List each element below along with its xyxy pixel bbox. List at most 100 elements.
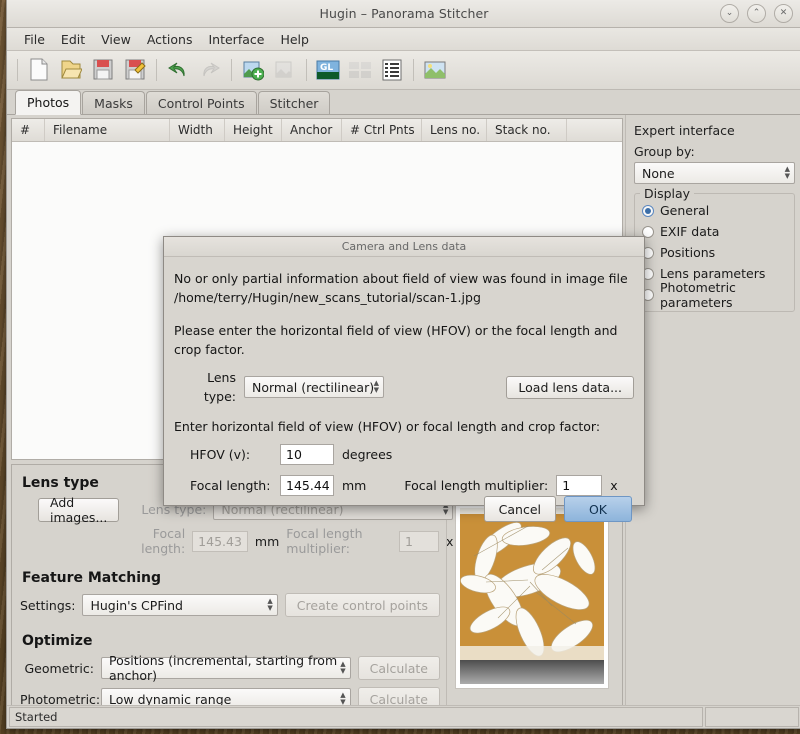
open-project-icon[interactable] <box>56 55 86 85</box>
remove-images-icon <box>270 55 300 85</box>
window-titlebar: Hugin – Panorama Stitcher ⌄ ⌃ ✕ <box>7 0 800 28</box>
save-project-icon[interactable] <box>88 55 118 85</box>
column-header-filler <box>567 119 622 141</box>
toolbar-separator <box>231 59 232 81</box>
display-option-exif-data[interactable]: EXIF data <box>642 221 789 242</box>
group-by-select[interactable]: None ▲ ▼ <box>634 162 795 184</box>
column-header-stack-no[interactable]: Stack no. <box>487 119 567 141</box>
redo-icon <box>195 55 225 85</box>
window-title: Hugin – Panorama Stitcher <box>319 6 489 21</box>
tab-control-points[interactable]: Control Points <box>145 91 257 114</box>
load-lens-data-button[interactable]: Load lens data... <box>506 375 634 399</box>
geometric-label: Geometric: <box>24 660 95 676</box>
menu-actions[interactable]: Actions <box>140 30 200 49</box>
window-controls: ⌄ ⌃ ✕ <box>720 4 793 23</box>
multiplier-input[interactable]: 1 <box>399 530 439 552</box>
dialog-body: No or only partial information about fie… <box>164 257 644 496</box>
geometric-spinner-icon[interactable]: ▲ ▼ <box>340 658 345 678</box>
menu-file[interactable]: File <box>17 30 52 49</box>
ok-button[interactable]: OK <box>564 496 632 522</box>
status-bar: Started <box>7 705 800 728</box>
menubar: File Edit View Actions Interface Help <box>7 28 800 51</box>
cancel-button[interactable]: Cancel <box>483 496 556 522</box>
group-by-spinner-icon[interactable]: ▲ ▼ <box>785 163 790 183</box>
photo-list-header: # Filename Width Height Anchor # Ctrl Pn… <box>12 119 622 142</box>
display-group-title: Display <box>640 186 695 201</box>
right-sidebar: Expert interface Group by: None ▲ ▼ Displ… <box>625 115 800 705</box>
dialog-lens-type-spinner-icon[interactable]: ▲ ▼ <box>374 377 379 397</box>
column-header-index[interactable]: # <box>12 119 45 141</box>
cpfind-spinner-icon[interactable]: ▲ ▼ <box>267 595 272 615</box>
column-header-lens-no[interactable]: Lens no. <box>422 119 487 141</box>
geometric-calculate-button[interactable]: Calculate <box>357 656 440 680</box>
minimize-icon[interactable]: ⌄ <box>720 4 739 23</box>
save-project-as-icon[interactable] <box>120 55 150 85</box>
new-project-icon[interactable] <box>24 55 54 85</box>
hfov-input[interactable]: 10 <box>280 444 334 465</box>
expert-interface-label: Expert interface <box>634 123 735 138</box>
dialog-instruction: Please enter the horizontal field of vie… <box>174 323 618 357</box>
column-header-height[interactable]: Height <box>225 119 282 141</box>
tab-stitcher[interactable]: Stitcher <box>257 91 331 114</box>
add-images-icon[interactable] <box>238 55 268 85</box>
toolbar-separator <box>156 59 157 81</box>
dialog-title: Camera and Lens data <box>341 240 467 253</box>
undo-icon[interactable] <box>163 55 193 85</box>
dialog-lens-type-value: Normal (rectilinear) <box>252 379 375 395</box>
column-header-width[interactable]: Width <box>170 119 225 141</box>
settings-label: Settings: <box>20 597 76 613</box>
maximize-icon[interactable]: ⌃ <box>747 4 766 23</box>
menu-help[interactable]: Help <box>273 30 316 49</box>
toolbar-separator <box>306 59 307 81</box>
dialog-button-row: Cancel OK <box>164 496 644 533</box>
cpfind-settings-value: Hugin's CPFind <box>90 597 183 613</box>
dialog-message-line2: /home/terry/Hugin/new_scans_tutorial/sca… <box>174 290 481 305</box>
menu-interface[interactable]: Interface <box>201 30 271 49</box>
radio-general-icon[interactable] <box>642 204 654 217</box>
column-header-anchor[interactable]: Anchor <box>282 119 342 141</box>
open-batch-processor-icon[interactable] <box>420 55 450 85</box>
menu-edit[interactable]: Edit <box>54 30 92 49</box>
dialog-titlebar: Camera and Lens data <box>164 237 644 257</box>
photometric-spinner-icon[interactable]: ▲ ▼ <box>340 689 345 706</box>
dialog-enter-label: Enter horizontal field of view (HFOV) or… <box>174 419 601 434</box>
display-option-photometric-parameters[interactable]: Photometric parameters <box>642 280 789 310</box>
dialog-message-line1: No or only partial information about fie… <box>174 271 628 286</box>
display-groupbox: Display General EXIF data Positions Lens… <box>634 186 795 312</box>
status-message: Started <box>9 707 703 727</box>
column-header-ctrl-pnts[interactable]: # Ctrl Pnts <box>342 119 422 141</box>
status-secondary-panel <box>705 707 799 727</box>
feature-matching-heading: Feature Matching <box>22 570 161 586</box>
tab-masks[interactable]: Masks <box>82 91 145 114</box>
preview-panorama-icon <box>345 55 375 85</box>
photometric-optimize-select[interactable]: Low dynamic range ▲ ▼ <box>101 688 351 705</box>
geometric-optimize-select[interactable]: Positions (incremental, starting from an… <box>101 653 351 683</box>
display-option-label: Photometric parameters <box>660 279 736 310</box>
cpfind-settings-select[interactable]: Hugin's CPFind ▲ ▼ <box>82 594 278 616</box>
focal-length-input[interactable]: 145.43 <box>192 530 248 552</box>
column-header-filename[interactable]: Filename <box>45 119 170 141</box>
close-icon[interactable]: ✕ <box>774 4 793 23</box>
photometric-label: Photometric: <box>20 691 101 706</box>
tab-photos[interactable]: Photos <box>15 90 82 115</box>
group-by-value: None <box>642 165 675 181</box>
group-by-label: Group by: <box>634 144 695 159</box>
photometric-calculate-button[interactable]: Calculate <box>357 687 440 705</box>
camera-lens-data-dialog: Camera and Lens data No or only partial … <box>163 236 645 522</box>
display-option-label: EXIF data <box>660 224 720 239</box>
dialog-multiplier-input[interactable]: 1 <box>556 475 603 496</box>
fast-preview-icon[interactable]: GL <box>313 55 343 85</box>
show-control-points-icon[interactable] <box>377 55 407 85</box>
dialog-focal-length-label: Focal length: <box>190 478 271 493</box>
display-option-general[interactable]: General <box>642 200 789 221</box>
dialog-hfov-label: HFOV (v): <box>190 447 251 462</box>
display-option-positions[interactable]: Positions <box>642 242 789 263</box>
dialog-focal-length-input[interactable]: 145.44 <box>280 475 334 496</box>
toolbar-separator <box>17 59 18 81</box>
toolbar-separator <box>413 59 414 81</box>
optimize-heading: Optimize <box>22 633 93 649</box>
menu-view[interactable]: View <box>94 30 138 49</box>
add-images-button[interactable]: Add images... <box>38 495 120 525</box>
create-control-points-button[interactable]: Create control points <box>284 593 440 617</box>
dialog-lens-type-select[interactable]: Normal (rectilinear) ▲ ▼ <box>244 376 384 398</box>
